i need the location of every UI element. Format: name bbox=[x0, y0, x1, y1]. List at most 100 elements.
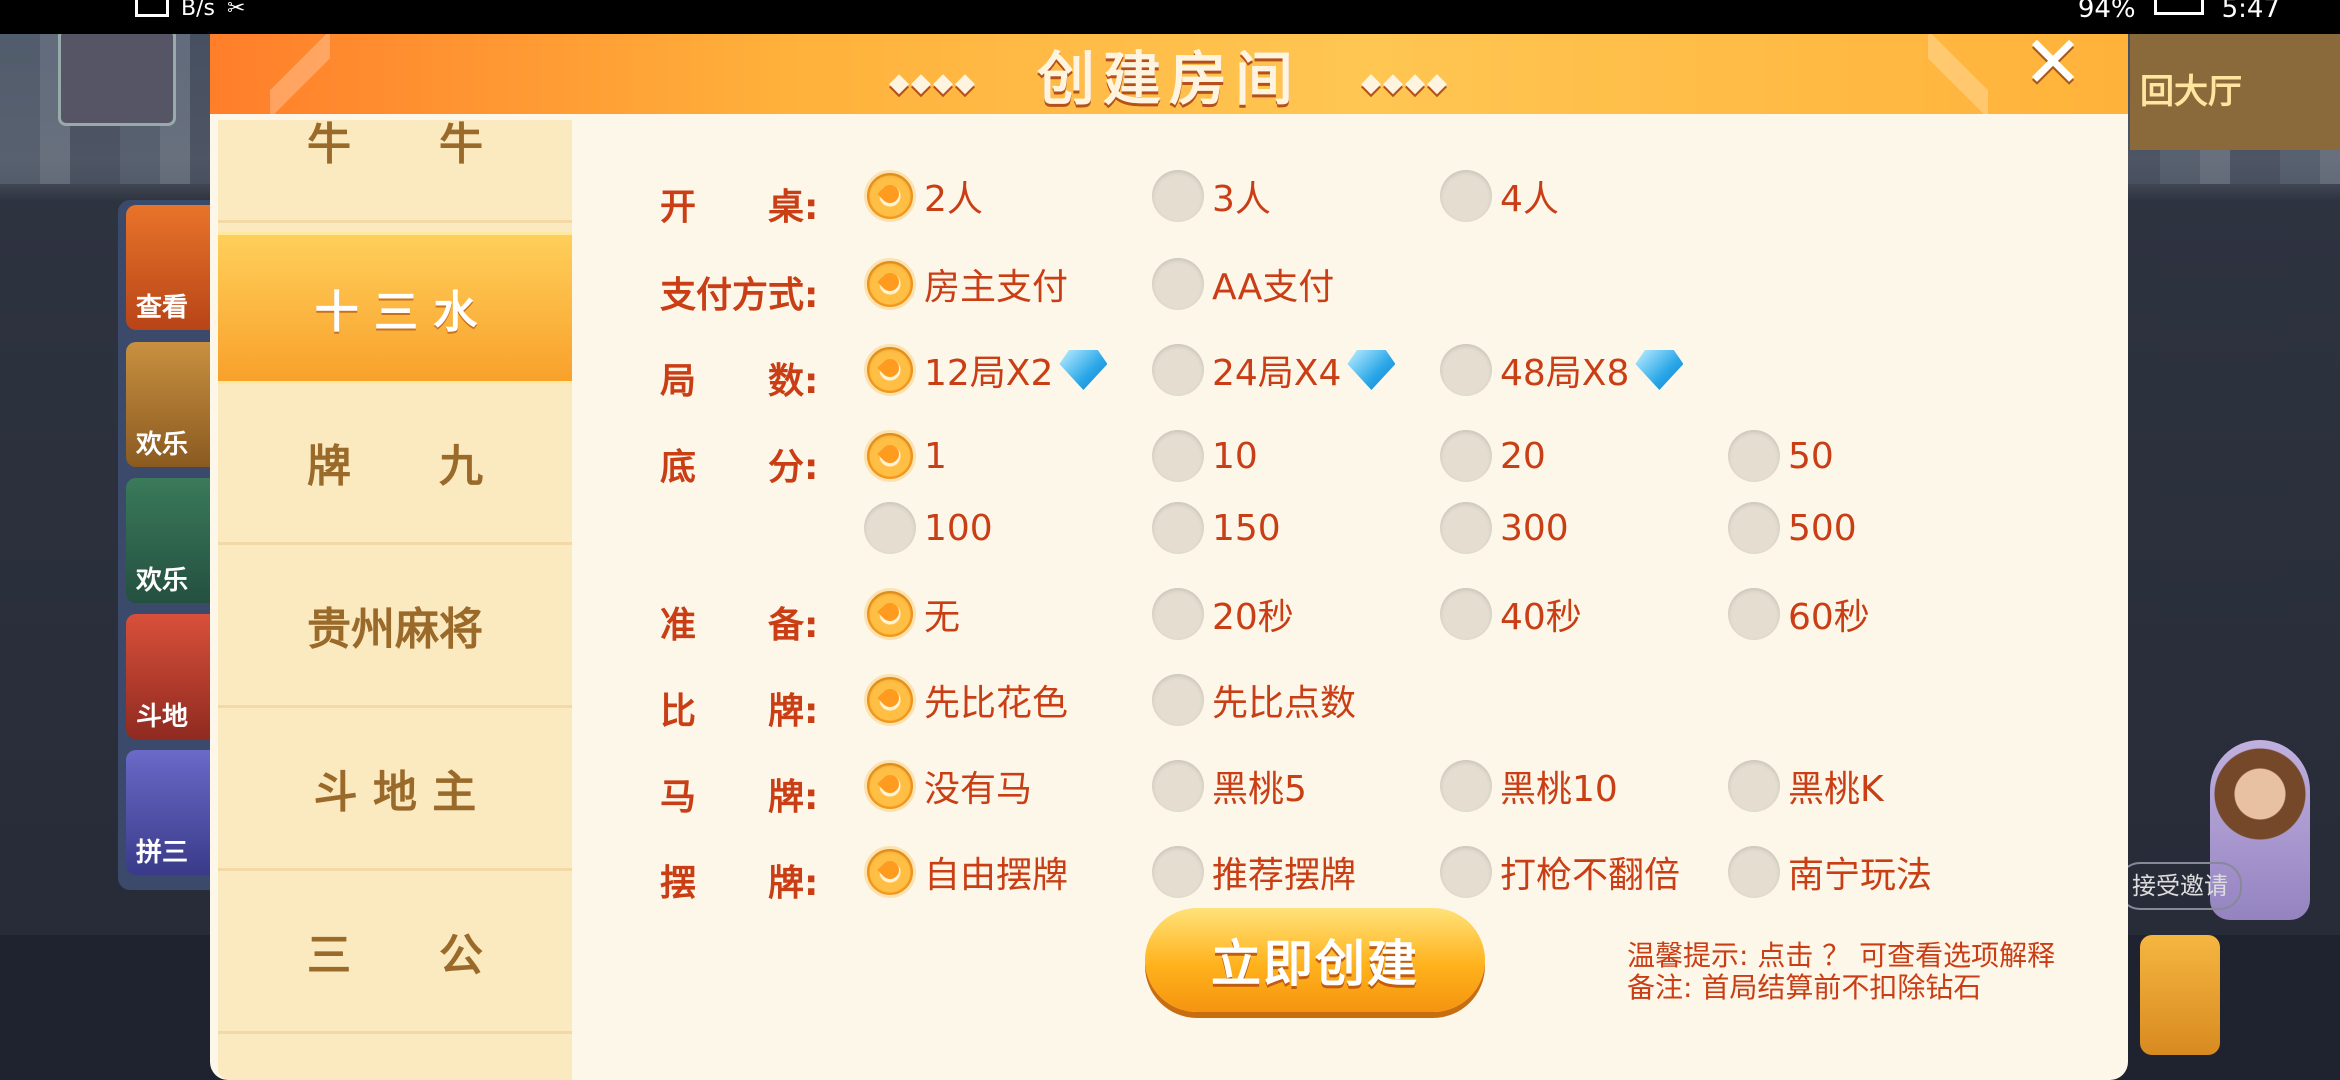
create-room-button[interactable]: 立即创建 bbox=[1145, 908, 1485, 1012]
user-avatar[interactable] bbox=[58, 28, 176, 126]
radio[interactable] bbox=[1440, 760, 1492, 812]
sidebar-item-guizhou-mahjong[interactable]: 贵州麻将 bbox=[218, 545, 572, 708]
option-ready-40s[interactable]: 40秒 bbox=[1440, 588, 1582, 640]
radio-selected[interactable] bbox=[864, 258, 916, 310]
radio[interactable] bbox=[1152, 502, 1204, 554]
radio[interactable] bbox=[1152, 344, 1204, 396]
sidebar-item-paijiu[interactable]: 牌 九 bbox=[218, 382, 572, 545]
radio[interactable] bbox=[1152, 430, 1204, 482]
radio[interactable] bbox=[1728, 588, 1780, 640]
option-ready-none[interactable]: 无 bbox=[864, 588, 960, 640]
option-3-players[interactable]: 3人 bbox=[1152, 170, 1271, 222]
return-hall-button[interactable]: 回大厅 bbox=[2130, 30, 2340, 150]
row-label: 底 分: bbox=[660, 447, 819, 488]
radio-selected[interactable] bbox=[864, 170, 916, 222]
radio[interactable] bbox=[1728, 760, 1780, 812]
sidebar-item-doudizhu[interactable]: 斗 地 主 bbox=[218, 708, 572, 871]
option-score-500[interactable]: 500 bbox=[1728, 502, 1857, 554]
option-spade-5[interactable]: 黑桃5 bbox=[1152, 760, 1307, 812]
lobby-tile[interactable]: 拼三 bbox=[126, 750, 222, 875]
ornament: ◆◆◆◆ bbox=[1361, 67, 1449, 98]
radio[interactable] bbox=[1152, 760, 1204, 812]
option-aa-pay[interactable]: AA支付 bbox=[1152, 258, 1334, 310]
option-compare-suit[interactable]: 先比花色 bbox=[864, 674, 1068, 726]
option-4-players[interactable]: 4人 bbox=[1440, 170, 1559, 222]
radio[interactable] bbox=[1440, 502, 1492, 554]
tips-text: 温馨提示: 点击 ？ 可查看选项解释 备注: 首局结算前不扣除钻石 bbox=[1627, 940, 2055, 1004]
sidebar-item-niuniu[interactable]: 牛 牛 bbox=[218, 120, 572, 223]
radio[interactable] bbox=[1440, 846, 1492, 898]
diamond-icon bbox=[1347, 350, 1396, 390]
network-speed: B/s bbox=[181, 0, 215, 21]
radio[interactable] bbox=[1728, 430, 1780, 482]
lobby-tile[interactable]: 欢乐 bbox=[126, 342, 222, 467]
option-recommend-arrange[interactable]: 推荐摆牌 bbox=[1152, 846, 1356, 898]
option-no-double[interactable]: 打枪不翻倍 bbox=[1440, 846, 1680, 898]
radio[interactable] bbox=[864, 502, 916, 554]
option-score-50[interactable]: 50 bbox=[1728, 430, 1834, 482]
option-nanning[interactable]: 南宁玩法 bbox=[1728, 846, 1932, 898]
radio[interactable] bbox=[1728, 846, 1780, 898]
game-type-sidebar: 牛 牛 十 三 水 牌 九 贵州麻将 斗 地 主 三 公 bbox=[218, 120, 572, 1080]
signal-icon bbox=[135, 0, 169, 17]
radio[interactable] bbox=[1152, 258, 1204, 310]
option-compare-points[interactable]: 先比点数 bbox=[1152, 674, 1356, 726]
tip-line: 温馨提示: 点击 ？ 可查看选项解释 bbox=[1627, 939, 2056, 972]
option-free-arrange[interactable]: 自由摆牌 bbox=[864, 846, 1068, 898]
option-score-1[interactable]: 1 bbox=[864, 430, 947, 482]
diamond-icon bbox=[1635, 350, 1684, 390]
accept-invite-button[interactable]: 接受邀请 bbox=[2118, 862, 2242, 910]
radio[interactable] bbox=[1728, 502, 1780, 554]
option-score-150[interactable]: 150 bbox=[1152, 502, 1281, 554]
option-2-players[interactable]: 2人 bbox=[864, 170, 983, 222]
radio[interactable] bbox=[1440, 344, 1492, 396]
radio[interactable] bbox=[1152, 170, 1204, 222]
option-no-horse[interactable]: 没有马 bbox=[864, 760, 1032, 812]
row-label: 支付方式: bbox=[660, 275, 819, 316]
diamond-icon bbox=[1059, 350, 1108, 390]
lobby-tile[interactable]: 查看 bbox=[126, 205, 222, 330]
row-label: 马 牌: bbox=[660, 777, 819, 818]
clock: 5:47 bbox=[2221, 0, 2280, 24]
option-48-rounds[interactable]: 48局X8 bbox=[1440, 344, 1684, 396]
option-score-300[interactable]: 300 bbox=[1440, 502, 1569, 554]
radio-selected[interactable] bbox=[864, 430, 916, 482]
battery-icon bbox=[2153, 0, 2204, 15]
row-label: 开 桌: bbox=[660, 187, 819, 228]
radio-selected[interactable] bbox=[864, 760, 916, 812]
option-score-100[interactable]: 100 bbox=[864, 502, 993, 554]
row-label: 局 数: bbox=[660, 361, 819, 402]
sidebar-item-sangong[interactable]: 三 公 bbox=[218, 871, 572, 1034]
option-12-rounds[interactable]: 12局X2 bbox=[864, 344, 1108, 396]
row-label: 比 牌: bbox=[660, 691, 819, 732]
row-label: 摆 牌: bbox=[660, 863, 819, 904]
option-spade-k[interactable]: 黑桃K bbox=[1728, 760, 1884, 812]
radio-selected[interactable] bbox=[864, 674, 916, 726]
option-spade-10[interactable]: 黑桃10 bbox=[1440, 760, 1618, 812]
option-host-pay[interactable]: 房主支付 bbox=[864, 258, 1068, 310]
radio[interactable] bbox=[1152, 674, 1204, 726]
option-24-rounds[interactable]: 24局X4 bbox=[1152, 344, 1396, 396]
radio[interactable] bbox=[1440, 430, 1492, 482]
battery-percent: 94% bbox=[2077, 0, 2136, 24]
radio-selected[interactable] bbox=[864, 588, 916, 640]
option-score-20[interactable]: 20 bbox=[1440, 430, 1546, 482]
sidebar-item-shisanshui[interactable]: 十 三 水 bbox=[218, 232, 572, 384]
option-score-10[interactable]: 10 bbox=[1152, 430, 1258, 482]
radio[interactable] bbox=[1440, 170, 1492, 222]
scissors-icon: ✂ bbox=[226, 0, 246, 21]
ornament: ◆◆◆◆ bbox=[889, 67, 977, 98]
radio[interactable] bbox=[1152, 588, 1204, 640]
dialog-title: ◆◆◆◆ 创建房间 ◆◆◆◆ bbox=[889, 45, 1449, 113]
lobby-tile[interactable]: 斗地 bbox=[126, 614, 222, 739]
option-ready-60s[interactable]: 60秒 bbox=[1728, 588, 1870, 640]
note-line: 备注: 首局结算前不扣除钻石 bbox=[1627, 971, 1982, 1004]
option-ready-20s[interactable]: 20秒 bbox=[1152, 588, 1294, 640]
radio-selected[interactable] bbox=[864, 846, 916, 898]
close-button[interactable]: ✕ bbox=[2018, 26, 2088, 98]
radio-selected[interactable] bbox=[864, 344, 916, 396]
radio[interactable] bbox=[1152, 846, 1204, 898]
rocket-icon bbox=[2140, 935, 2220, 1055]
lobby-tile[interactable]: 欢乐 bbox=[126, 478, 222, 603]
radio[interactable] bbox=[1440, 588, 1492, 640]
